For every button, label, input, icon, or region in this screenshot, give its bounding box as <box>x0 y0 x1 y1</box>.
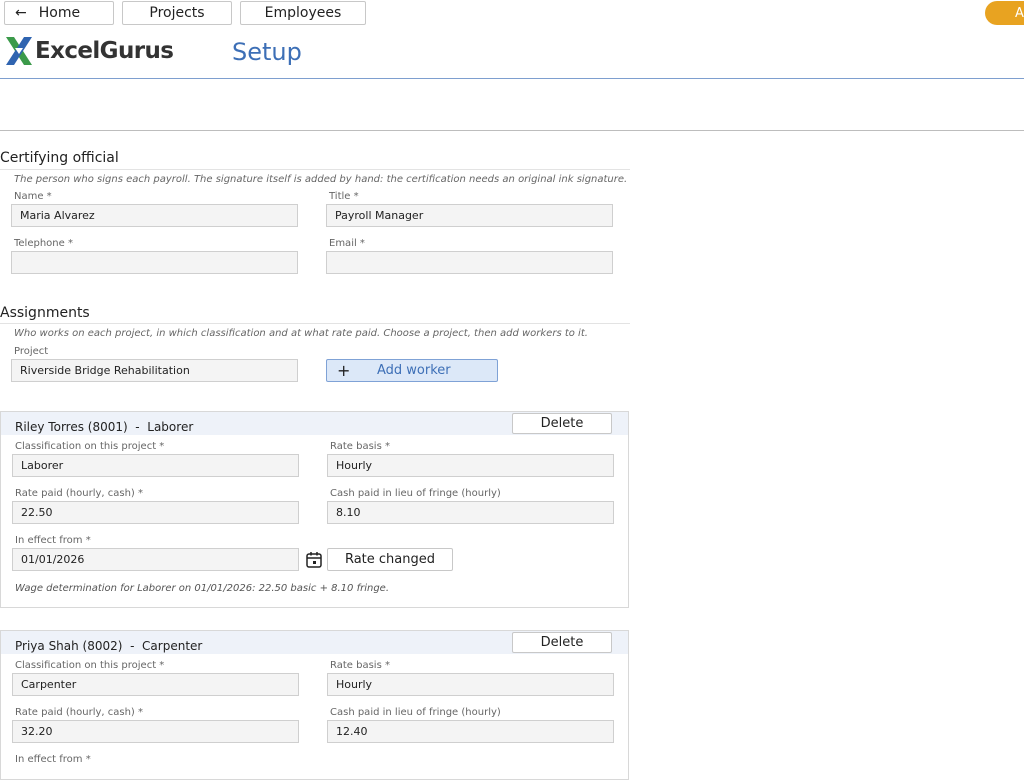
rate-basis-field[interactable]: Hourly <box>327 673 614 696</box>
assignments-hint: Who works on each project, in which clas… <box>14 328 588 339</box>
telephone-field[interactable] <box>11 251 298 274</box>
fringe-field[interactable]: 12.40 <box>327 720 614 743</box>
effective-date-label: In effect from * <box>15 754 91 765</box>
classification-field[interactable]: Carpenter <box>12 673 299 696</box>
rate-paid-field[interactable]: 22.50 <box>12 501 299 524</box>
worker-card: Riley Torres (8001) - Laborer Delete Cla… <box>0 411 629 608</box>
add-worker-label: Add worker <box>377 363 451 378</box>
projects-label: Projects <box>149 5 205 21</box>
employees-button[interactable]: Employees <box>240 1 366 25</box>
rate-basis-label: Rate basis * <box>330 441 390 452</box>
classification-field[interactable]: Laborer <box>12 454 299 477</box>
calendar-icon[interactable] <box>305 551 323 569</box>
rate-basis-field[interactable]: Hourly <box>327 454 614 477</box>
title-field[interactable]: Payroll Manager <box>326 204 613 227</box>
section-divider <box>0 323 630 324</box>
rate-paid-field[interactable]: 32.20 <box>12 720 299 743</box>
section-divider <box>0 169 630 170</box>
account-initial: A <box>1015 5 1024 21</box>
name-field[interactable]: Maria Alvarez <box>11 204 298 227</box>
delete-label: Delete <box>540 416 584 431</box>
assignments-heading: Assignments <box>0 305 90 321</box>
rate-basis-label: Rate basis * <box>330 660 390 671</box>
worker-card: Priya Shah (8002) - Carpenter Delete Cla… <box>0 630 629 780</box>
add-worker-button[interactable]: + Add worker <box>326 359 498 382</box>
wage-determination-note: Wage determination for Laborer on 01/01/… <box>15 583 389 594</box>
title-label: Title * <box>329 191 359 202</box>
rate-changed-button[interactable]: Rate changed <box>327 548 453 571</box>
projects-button[interactable]: Projects <box>122 1 232 25</box>
project-label: Project <box>14 346 49 357</box>
email-label: Email * <box>329 238 365 249</box>
email-field[interactable] <box>326 251 613 274</box>
home-button[interactable]: ← Home <box>4 1 114 25</box>
delete-worker-button[interactable]: Delete <box>512 632 612 653</box>
classification-label: Classification on this project * <box>15 660 165 671</box>
header-divider <box>0 78 1024 79</box>
effective-date-field[interactable]: 01/01/2026 <box>12 548 299 571</box>
project-select[interactable]: Riverside Bridge Rehabilitation <box>11 359 298 382</box>
rate-changed-label: Rate changed <box>344 552 436 567</box>
home-label: Home <box>38 5 81 21</box>
rate-paid-label: Rate paid (hourly, cash) * <box>15 707 144 718</box>
toolbar-divider <box>0 130 1024 131</box>
name-label: Name * <box>14 191 52 202</box>
plus-icon: + <box>337 361 351 380</box>
employees-label: Employees <box>264 5 342 21</box>
certifying-official-heading: Certifying official <box>0 150 119 166</box>
effective-date-label: In effect from * <box>15 535 91 546</box>
page-title: Setup <box>232 38 302 66</box>
brand-logo: ExcelGurus <box>5 36 174 66</box>
brand-name: ExcelGurus <box>35 38 174 64</box>
delete-worker-button[interactable]: Delete <box>512 413 612 434</box>
rate-paid-label: Rate paid (hourly, cash) * <box>15 488 144 499</box>
fringe-field[interactable]: 8.10 <box>327 501 614 524</box>
delete-label: Delete <box>540 635 584 650</box>
arrow-left-icon: ← <box>15 5 27 21</box>
worker-name: Riley Torres (8001) - Laborer <box>15 420 194 434</box>
worker-name: Priya Shah (8002) - Carpenter <box>15 639 203 653</box>
telephone-label: Telephone * <box>14 238 73 249</box>
fringe-label: Cash paid in lieu of fringe (hourly) <box>330 707 501 718</box>
account-button[interactable]: A <box>985 1 1024 25</box>
classification-label: Classification on this project * <box>15 441 165 452</box>
fringe-label: Cash paid in lieu of fringe (hourly) <box>330 488 501 499</box>
excelgurus-logo-icon <box>6 37 32 65</box>
certifying-hint: The person who signs each payroll. The s… <box>14 174 628 185</box>
